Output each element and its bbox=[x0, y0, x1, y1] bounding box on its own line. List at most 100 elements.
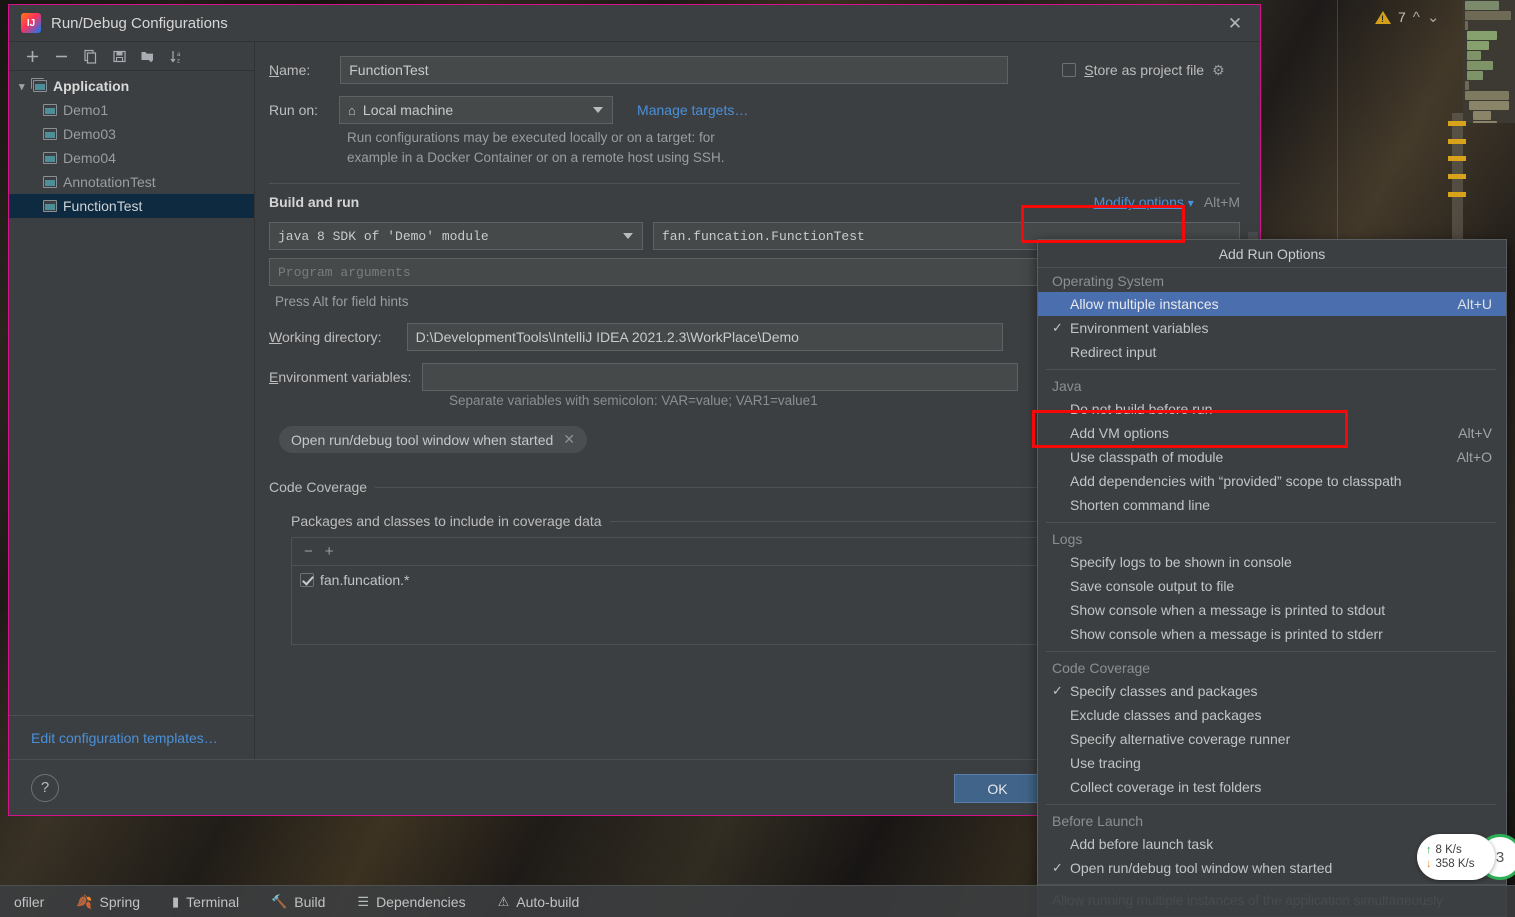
run-on-label: Run on: bbox=[269, 102, 319, 118]
dialog-title: Run/Debug Configurations bbox=[51, 14, 228, 32]
editor-marker bbox=[1448, 156, 1466, 161]
modify-options-link[interactable]: Modify options ▾ bbox=[1094, 194, 1194, 210]
menu-item-do-not-build-before-run[interactable]: Do not build before run bbox=[1038, 397, 1506, 421]
network-download-value: 358 K/s bbox=[1435, 858, 1475, 870]
open-run-debug-tool-window-chip[interactable]: Open run/debug tool window when started … bbox=[279, 426, 588, 454]
dependencies-label: Dependencies bbox=[376, 893, 466, 910]
menu-item-label: Collect coverage in test folders bbox=[1070, 779, 1262, 795]
warning-triangle-icon bbox=[1375, 10, 1391, 24]
warning-triangle-icon: ⚠ bbox=[497, 893, 510, 909]
auto-build-label: Auto-build bbox=[516, 893, 580, 910]
remove-configuration-button[interactable] bbox=[48, 44, 74, 68]
spring-leaf-icon: 🍂 bbox=[76, 893, 93, 909]
close-icon[interactable]: ✕ bbox=[1224, 13, 1246, 35]
menu-item-show-console-stdout[interactable]: Show console when a message is printed t… bbox=[1038, 598, 1506, 622]
tree-item-label: Demo04 bbox=[63, 150, 116, 166]
store-as-project-file-checkbox[interactable] bbox=[1062, 63, 1077, 77]
menu-item-environment-variables[interactable]: ✓ Environment variables bbox=[1038, 316, 1506, 340]
editor-marker bbox=[1448, 121, 1466, 126]
add-configuration-button[interactable] bbox=[19, 44, 45, 68]
menu-item-show-settings-before-start[interactable]: Show the run/debug configuration setting… bbox=[1038, 880, 1506, 884]
menu-group-operating-system: Operating System bbox=[1052, 273, 1165, 289]
tree-group-application[interactable]: ▾ Application bbox=[9, 74, 254, 98]
menu-item-save-console-output-to-file[interactable]: Save console output to file bbox=[1038, 574, 1506, 598]
sidebar-item-demo03[interactable]: Demo03 bbox=[9, 122, 254, 146]
name-input[interactable]: FunctionTest bbox=[340, 56, 1009, 84]
help-button[interactable]: ? bbox=[31, 773, 59, 802]
menu-item-specify-logs-shown-in-console[interactable]: Specify logs to be shown in console bbox=[1038, 550, 1506, 574]
menu-item-redirect-input[interactable]: Redirect input bbox=[1038, 340, 1506, 364]
chevron-down-icon[interactable]: ⌄ bbox=[1427, 8, 1440, 26]
sdk-combobox[interactable]: java 8 SDK of 'Demo' module bbox=[269, 222, 643, 251]
modify-options-wrap: Modify options ▾ Alt+M bbox=[1094, 194, 1240, 210]
save-configuration-button[interactable] bbox=[106, 44, 132, 68]
ok-button[interactable]: OK bbox=[954, 774, 1041, 803]
menu-item-collect-coverage-in-test-folders[interactable]: Collect coverage in test folders bbox=[1038, 775, 1506, 799]
configurations-left-pane: a z ▾ Application Demo1 Demo03 Demo04 An… bbox=[9, 41, 255, 759]
chevron-up-icon[interactable]: ^ bbox=[1413, 9, 1420, 26]
menu-item-show-console-stderr[interactable]: Show console when a message is printed t… bbox=[1038, 622, 1506, 646]
working-directory-input[interactable]: D:\DevelopmentTools\IntelliJ IDEA 2021.2… bbox=[406, 323, 1003, 352]
network-speed-widget[interactable]: ↑ 8 K/s ↓ 358 K/s bbox=[1417, 834, 1495, 880]
menu-item-label: Add dependencies with “provided” scope t… bbox=[1070, 473, 1402, 489]
sidebar-item-demo1[interactable]: Demo1 bbox=[9, 98, 254, 122]
divider bbox=[1046, 369, 1496, 370]
menu-item-exclude-classes-and-packages[interactable]: Exclude classes and packages bbox=[1038, 703, 1506, 727]
menu-item-specify-alternative-coverage-runner[interactable]: Specify alternative coverage runner bbox=[1038, 727, 1506, 751]
menu-item-allow-multiple-instances[interactable]: Allow multiple instances Alt+U bbox=[1038, 292, 1506, 316]
svg-text:z: z bbox=[177, 58, 180, 64]
manage-targets-link[interactable]: Manage targets… bbox=[637, 102, 748, 118]
menu-group-java: Java bbox=[1052, 378, 1082, 394]
tree-group-label: Application bbox=[53, 78, 130, 94]
chevron-down-icon[interactable] bbox=[593, 107, 604, 113]
menu-item-add-vm-options[interactable]: Add VM options Alt+V bbox=[1038, 421, 1506, 445]
copy-configuration-button[interactable] bbox=[77, 44, 103, 68]
warning-count: 7 bbox=[1398, 9, 1406, 25]
run-on-combobox[interactable]: ⌂ Local machine bbox=[339, 96, 614, 124]
tool-tab-build[interactable]: 🔨 Build bbox=[257, 894, 339, 910]
run-config-icon bbox=[43, 128, 57, 140]
tool-tab-spring[interactable]: 🍂 Spring bbox=[62, 894, 154, 910]
sidebar-item-annotationtest[interactable]: AnnotationTest bbox=[9, 170, 254, 194]
menu-item-label: Allow multiple instances bbox=[1070, 296, 1219, 312]
editor-code-preview bbox=[1463, 0, 1515, 123]
svg-text:a: a bbox=[177, 52, 181, 58]
run-config-icon bbox=[43, 152, 57, 164]
sdk-value: java 8 SDK of 'Demo' module bbox=[278, 228, 489, 244]
run-on-hint-line1: Run configurations may be executed local… bbox=[347, 130, 715, 145]
move-into-folder-button[interactable] bbox=[135, 44, 161, 68]
sidebar-item-functiontest[interactable]: FunctionTest bbox=[9, 194, 254, 218]
divider bbox=[1046, 522, 1496, 523]
coverage-item-checkbox[interactable] bbox=[300, 573, 314, 588]
sidebar-item-demo04[interactable]: Demo04 bbox=[9, 146, 254, 170]
chevron-down-icon[interactable] bbox=[623, 233, 633, 240]
store-as-project-file-row[interactable]: Store as project file ⚙ bbox=[1062, 62, 1225, 79]
name-row: Name: FunctionTest Store as project file… bbox=[269, 56, 1240, 84]
add-coverage-entry-button[interactable]: + bbox=[325, 543, 334, 560]
menu-group-logs: Logs bbox=[1052, 531, 1083, 547]
tool-tab-terminal[interactable]: ▮ Terminal bbox=[158, 894, 253, 910]
menu-item-use-classpath-of-module[interactable]: Use classpath of module Alt+O bbox=[1038, 445, 1506, 469]
remove-coverage-entry-button[interactable]: − bbox=[304, 543, 313, 560]
gear-icon[interactable]: ⚙ bbox=[1212, 62, 1225, 79]
editor-marker bbox=[1448, 174, 1466, 179]
code-coverage-title: Code Coverage bbox=[269, 479, 368, 496]
environment-variables-label: Environment variables: bbox=[269, 369, 412, 386]
tool-tab-dependencies[interactable]: ☰ Dependencies bbox=[343, 894, 479, 910]
run-config-icon bbox=[43, 176, 57, 188]
tool-tab-profiler[interactable]: ofiler bbox=[0, 894, 58, 910]
sort-configurations-button[interactable]: a z bbox=[164, 44, 190, 68]
menu-item-accel: Alt+O bbox=[1456, 449, 1492, 465]
tool-tab-auto-build[interactable]: ⚠ Auto-build bbox=[484, 894, 594, 910]
build-label: Build bbox=[294, 893, 326, 910]
chip-close-icon[interactable]: ✕ bbox=[563, 431, 575, 448]
menu-item-use-tracing[interactable]: Use tracing bbox=[1038, 751, 1506, 775]
menu-item-specify-classes-and-packages[interactable]: ✓ Specify classes and packages bbox=[1038, 679, 1506, 703]
edit-configuration-templates-link[interactable]: Edit configuration templates… bbox=[9, 715, 254, 759]
home-icon: ⌂ bbox=[348, 102, 356, 118]
menu-item-label: Shorten command line bbox=[1070, 497, 1211, 513]
menu-item-add-dependencies-provided-scope[interactable]: Add dependencies with “provided” scope t… bbox=[1038, 469, 1506, 493]
menu-item-shorten-command-line[interactable]: Shorten command line bbox=[1038, 493, 1506, 517]
environment-variables-input[interactable] bbox=[422, 363, 1019, 392]
network-upload-row: ↑ 8 K/s bbox=[1426, 844, 1495, 856]
